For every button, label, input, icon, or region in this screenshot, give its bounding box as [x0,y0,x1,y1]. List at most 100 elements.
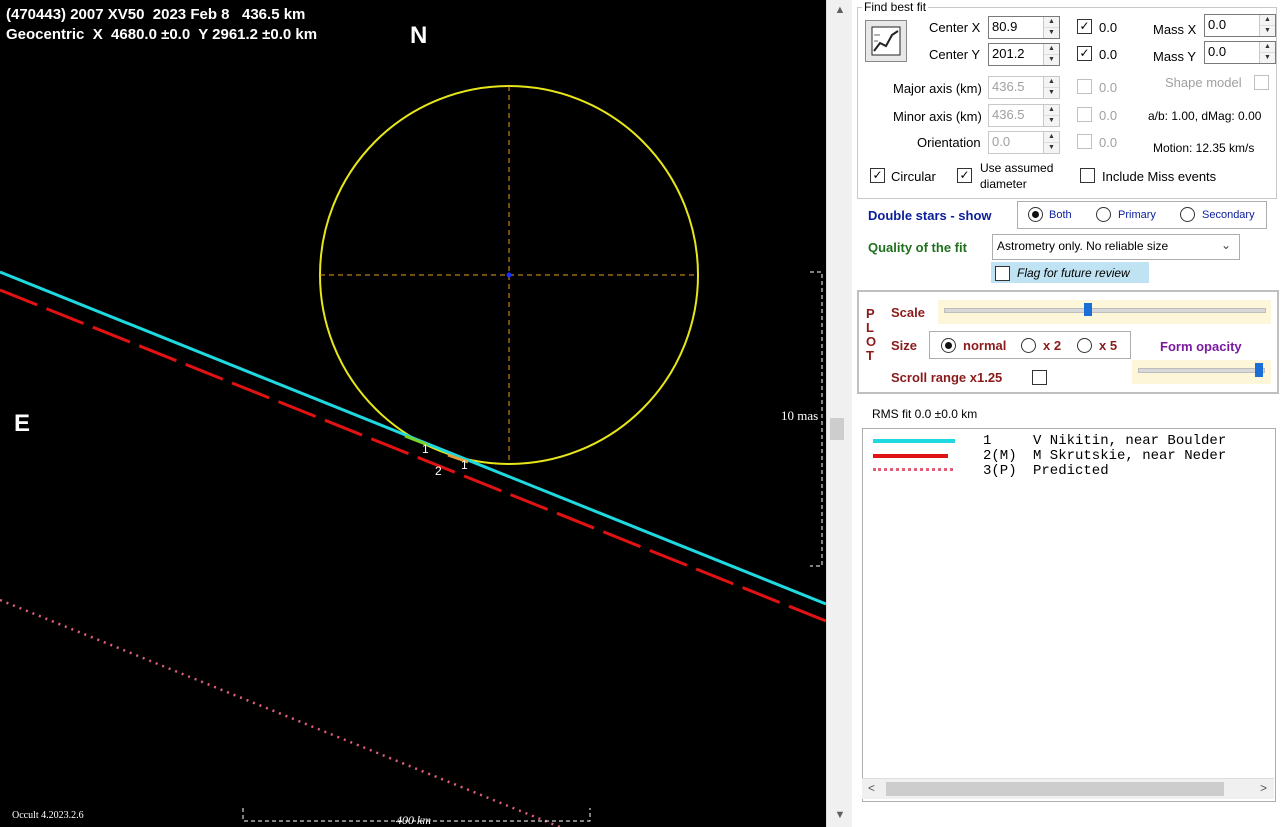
east-label: E [14,410,31,437]
orientation-value[interactable]: 0.0 [992,134,1010,149]
center-x-check-value: 0.0 [1099,20,1118,35]
spin-up-icon[interactable]: ▲ [1044,77,1059,87]
version-label: Occult 4.2023.2.6 [12,810,84,821]
minor-axis-value[interactable]: 436.5 [992,107,1025,122]
ab-dmag-text: a/b: 1.00, dMag: 0.00 [1148,109,1262,123]
spin-up-icon[interactable]: ▲ [1260,42,1275,52]
size-label: Size [891,338,918,353]
km-scale-label: 400 km [396,813,431,827]
spin-down-icon[interactable]: ▼ [1260,25,1275,36]
major-axis-label: Major axis (km) [893,81,982,96]
radio-secondary[interactable] [1180,207,1195,222]
scroll-up-arrow-icon[interactable]: ▲ [827,4,853,16]
center-x-checkbox[interactable]: ✓ [1077,19,1092,34]
size-normal-radio[interactable] [941,338,956,353]
spin-down-icon[interactable]: ▼ [1044,54,1059,65]
plot-header-line-1: (470443) 2007 XV50 2023 Feb 8 436.5 km [6,6,306,23]
major-axis-value[interactable]: 436.5 [992,79,1025,94]
quality-label: Quality of the fit [868,240,967,255]
include-miss-checkbox[interactable] [1080,168,1095,183]
ellipse-center-marker [506,272,512,278]
opacity-slider-thumb[interactable] [1255,363,1263,377]
mass-x-spinner[interactable]: 0.0 ▲ ▼ [1204,14,1276,37]
chevron-down-icon[interactable]: ⌄ [1221,238,1231,252]
mass-x-value[interactable]: 0.0 [1208,17,1226,32]
legend-number: 2(M) [983,448,1017,464]
spin-up-icon[interactable]: ▲ [1044,132,1059,142]
use-assumed-label: Use assumed [980,161,1054,175]
spin-down-icon[interactable]: ▼ [1044,27,1059,38]
legend-observer-name: M Skrutskie, near Neder [1033,448,1227,464]
plot-vertical-scrollbar[interactable]: ▲ ▼ [826,0,853,827]
center-y-spinner[interactable]: 201.2 ▲ ▼ [988,43,1060,66]
double-stars-label: Double stars - show [868,208,992,223]
center-y-check-value: 0.0 [1099,47,1118,62]
major-axis-spinner[interactable]: 436.5 ▲ ▼ [988,76,1060,99]
legend-observer-name: Predicted [1033,463,1109,479]
find-best-fit-title: Find best fit [862,0,929,14]
orientation-spinner[interactable]: 0.0 ▲ ▼ [988,131,1060,154]
chord-number-label: 1 [461,458,468,472]
flag-review-checkbox[interactable] [995,266,1010,281]
spin-down-icon[interactable]: ▼ [1260,52,1275,63]
minor-axis-checkbox[interactable] [1077,107,1092,122]
rms-fit-text: RMS fit 0.0 ±0.0 km [872,407,978,421]
shape-model-checkbox[interactable] [1254,75,1269,90]
scroll-left-arrow-icon[interactable]: < [868,781,875,795]
legend-swatch-pink [873,468,953,471]
size-x2-label: x 2 [1043,338,1062,353]
spin-up-icon[interactable]: ▲ [1044,44,1059,54]
observer-legend-list[interactable]: 1 V Nikitin, near Boulder 2(M) M Skrutsk… [862,428,1276,802]
minor-axis-check-value: 0.0 [1099,108,1118,123]
scale-slider-thumb[interactable] [1084,303,1093,316]
spin-down-icon[interactable]: ▼ [1044,115,1059,126]
use-assumed-diameter-checkbox[interactable]: ✓ [957,168,972,183]
spin-up-icon[interactable]: ▲ [1044,17,1059,27]
spin-up-icon[interactable]: ▲ [1260,15,1275,25]
diameter-label: diameter [980,177,1027,191]
orientation-check-value: 0.0 [1099,135,1118,150]
spin-up-icon[interactable]: ▲ [1044,105,1059,115]
legend-scroll-thumb[interactable] [886,782,1224,796]
mass-y-value[interactable]: 0.0 [1208,44,1226,59]
occultation-plot[interactable]: (470443) 2007 XV50 2023 Feb 8 436.5 km G… [0,0,826,827]
center-y-checkbox[interactable]: ✓ [1077,46,1092,61]
center-x-label: Center X [929,20,981,35]
circular-checkbox[interactable]: ✓ [870,168,885,183]
mass-x-label: Mass X [1153,22,1197,37]
scale-slider[interactable] [938,300,1271,324]
scroll-down-arrow-icon[interactable]: ▼ [827,809,853,821]
minor-axis-spinner[interactable]: 436.5 ▲ ▼ [988,104,1060,127]
quality-select-value: Astrometry only. No reliable size [997,239,1169,253]
orientation-checkbox[interactable] [1077,134,1092,149]
legend-horizontal-scrollbar[interactable]: < > [862,778,1274,799]
plot-canvas [0,85,826,827]
chord-number-label: 2 [435,464,442,478]
scroll-thumb[interactable] [830,418,844,440]
form-opacity-label: Form opacity [1160,339,1242,354]
mass-y-label: Mass Y [1153,49,1197,64]
center-y-value[interactable]: 201.2 [992,46,1025,61]
scroll-right-arrow-icon[interactable]: > [1260,781,1267,795]
size-x2-radio[interactable] [1021,338,1036,353]
size-x5-label: x 5 [1099,338,1118,353]
predicted-path-line [0,598,561,827]
size-x5-radio[interactable] [1077,338,1092,353]
legend-number: 3(P) [983,463,1017,479]
scroll-range-checkbox[interactable] [1032,370,1047,385]
spin-down-icon[interactable]: ▼ [1044,142,1059,153]
major-axis-checkbox[interactable] [1077,79,1092,94]
motion-text: Motion: 12.35 km/s [1153,141,1255,155]
radio-primary[interactable] [1096,207,1111,222]
find-best-fit-button[interactable] [865,20,907,62]
mass-y-spinner[interactable]: 0.0 ▲ ▼ [1204,41,1276,64]
include-miss-label: Include Miss events [1102,169,1217,184]
form-opacity-slider[interactable] [1132,360,1271,384]
radio-primary-label: Primary [1118,209,1156,221]
shape-model-label: Shape model [1165,75,1242,90]
radio-both[interactable] [1028,207,1043,222]
spin-down-icon[interactable]: ▼ [1044,87,1059,98]
center-x-spinner[interactable]: 80.9 ▲ ▼ [988,16,1060,39]
center-x-value[interactable]: 80.9 [992,19,1017,34]
quality-select[interactable]: Astrometry only. No reliable size ⌄ [992,234,1240,260]
